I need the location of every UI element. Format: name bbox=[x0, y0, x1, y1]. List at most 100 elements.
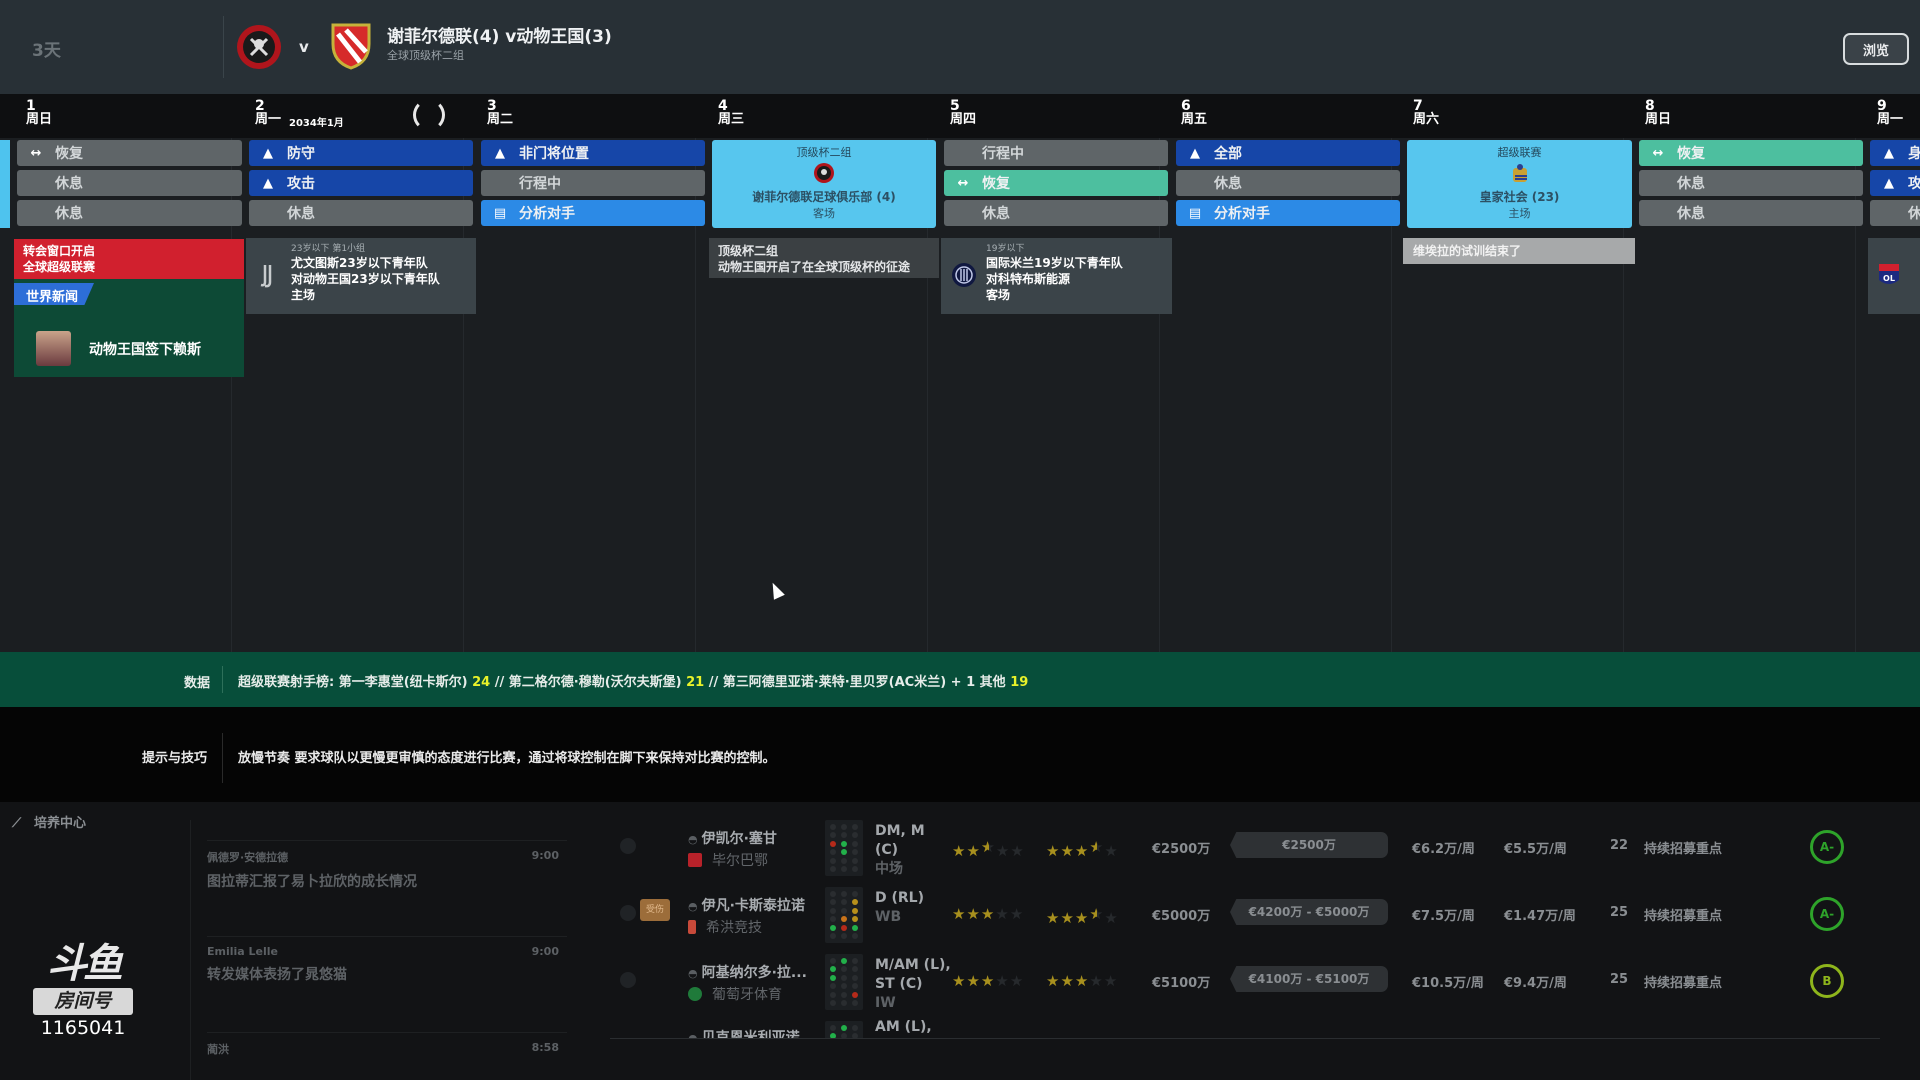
development-centre-header[interactable]: ⟋ 培养中心 bbox=[12, 812, 86, 831]
star-half-icon: ★ bbox=[1089, 838, 1098, 856]
world-news-event[interactable]: 世界新闻 动物王国签下赖斯 bbox=[14, 279, 244, 377]
player-row[interactable]: ◓ 阿基纳尔多·拉... 葡萄牙体育 M/AM (L), ST (C) IW ★★★★… bbox=[610, 948, 1880, 1014]
training-slot[interactable]: ↔ 恢复 bbox=[944, 170, 1168, 196]
training-slot[interactable]: ▤ 分析对手 bbox=[1176, 200, 1400, 226]
asking-price-tag: €4200万 - €5000万 bbox=[1230, 899, 1388, 925]
star-full-icon: ★ bbox=[966, 905, 981, 923]
energie-cottbus-crest-icon bbox=[331, 23, 371, 70]
room-label: 房间号 bbox=[33, 988, 133, 1015]
training-slot[interactable]: 行程中 bbox=[481, 170, 705, 196]
real-sociedad-crest-icon bbox=[1512, 164, 1527, 182]
day-header-9[interactable]: 9 周一 bbox=[1877, 99, 1903, 126]
star-empty-icon: ★ bbox=[995, 972, 1010, 990]
star-full-icon: ★ bbox=[952, 972, 967, 990]
current-ability-stars: ★★★★★ bbox=[952, 972, 1024, 990]
inbox-message[interactable]: 佩德罗·安德拉德 9:00 图拉蒂汇报了易卜拉欣的成长情况 bbox=[207, 840, 567, 930]
cup-start-event[interactable]: 顶级杯二组 动物王国开启了在全球顶级杯的征途 bbox=[709, 238, 939, 278]
athletic-bilbao-crest-icon bbox=[688, 853, 702, 867]
training-slot[interactable]: 行程中 bbox=[944, 140, 1168, 166]
star-empty-icon: ★ bbox=[1010, 842, 1025, 860]
star-full-icon: ★ bbox=[1060, 909, 1075, 927]
person-icon: ◓ bbox=[688, 967, 698, 980]
training-slot[interactable]: 休息 bbox=[944, 200, 1168, 226]
training-slot[interactable]: 休息 bbox=[1176, 170, 1400, 196]
training-slot[interactable]: ▲ 全部 bbox=[1176, 140, 1400, 166]
training-slot[interactable]: 休息 bbox=[17, 200, 242, 226]
day-header-1[interactable]: 1 周日 bbox=[26, 99, 52, 126]
match-card[interactable]: 超级联赛 皇家社会 (23) 主场 bbox=[1407, 140, 1632, 228]
inter-milan-logo-icon bbox=[952, 263, 976, 287]
recovery-icon: ↔ bbox=[1652, 145, 1664, 161]
match-header-bar: 3天 v 谢菲尔德联(4) v动物王国(3) 全球顶级杯二组 浏览 bbox=[0, 0, 1920, 94]
u23-fixture-event[interactable]: 23岁以下 第1小组 尤文图斯23岁以下青年队 对动物王国23岁以下青年队 主场 bbox=[246, 238, 476, 314]
day-header-5[interactable]: 5 周四 bbox=[950, 99, 976, 126]
inbox-message[interactable]: 蔺洪 8:58 bbox=[207, 1032, 567, 1080]
calendar-header: 1 周日 2 周一 2034年1月 3 周二 4 周三 5 周四 6 周五 7 周六 8 周日 … bbox=[0, 94, 1920, 138]
star-full-icon: ★ bbox=[1046, 842, 1061, 860]
training-cone-icon: ▲ bbox=[495, 145, 505, 161]
training-slot[interactable]: ▤ 分析对手 bbox=[481, 200, 705, 226]
star-full-icon: ★ bbox=[1074, 842, 1090, 860]
training-cone-icon: ▲ bbox=[1190, 145, 1200, 161]
training-cone-icon: ▲ bbox=[263, 145, 273, 161]
training-slot[interactable]: ▲ 非门将位置 bbox=[481, 140, 705, 166]
star-full-icon: ★ bbox=[1060, 972, 1075, 990]
day-header-4[interactable]: 4 周三 bbox=[718, 99, 744, 126]
position-pitch-icon bbox=[825, 820, 863, 876]
tips-text: 放慢节奏 要求球队以更慢更审慎的态度进行比赛，通过将球控制在脚下来保持对比赛的控… bbox=[238, 751, 776, 766]
browse-button[interactable]: 浏览 bbox=[1843, 33, 1909, 65]
match-competition: 全球顶级杯二组 bbox=[387, 49, 464, 62]
ticker-text[interactable]: 超级联赛射手榜: 第一李惠堂(纽卡斯尔) 24 // 第二格尔德·穆勒(沃尔夫斯… bbox=[238, 671, 1028, 690]
match-card[interactable]: 顶级杯二组 谢菲尔德联足球俱乐部 (4) 客场 bbox=[712, 140, 936, 228]
training-slot[interactable]: ▲ 攻 bbox=[1870, 170, 1920, 196]
day-header-7[interactable]: 7 周六 bbox=[1413, 99, 1439, 126]
training-slot[interactable]: ▲ 身 bbox=[1870, 140, 1920, 166]
current-ability-stars: ★★★★★★ bbox=[952, 838, 1025, 860]
day-header-3[interactable]: 3 周二 bbox=[487, 99, 513, 126]
player-avatar bbox=[36, 331, 71, 366]
star-full-icon: ★ bbox=[980, 905, 996, 923]
star-full-icon: ★ bbox=[1060, 842, 1075, 860]
juventus-logo-icon bbox=[260, 265, 272, 288]
row-checkbox[interactable] bbox=[620, 838, 636, 854]
training-slot[interactable]: 休息 bbox=[249, 200, 473, 226]
loading-spinner-icon bbox=[413, 99, 445, 131]
recovery-icon: ↔ bbox=[957, 175, 969, 191]
position-pitch-icon bbox=[825, 954, 863, 1010]
day-header-8[interactable]: 8 周日 bbox=[1645, 99, 1671, 126]
player-row[interactable]: 受伤 ◓伊凡·卡斯泰拉诺 希洪竞技 D (RL)WB ★★★★★ ★★★★★★ … bbox=[610, 881, 1880, 947]
transfer-window-event[interactable]: 转会窗口开启 全球超级联赛 bbox=[14, 239, 244, 279]
day-header-6[interactable]: 6 周五 bbox=[1181, 99, 1207, 126]
player-row[interactable]: ◓伊凯尔·塞甘 毕尔巴鄂 DM, M(C)中场 ★★★★★★ ★★★★★★ €2… bbox=[610, 814, 1880, 880]
divider bbox=[223, 16, 224, 78]
row-checkbox[interactable] bbox=[620, 905, 636, 921]
stream-watermark: 斗鱼 房间号 1165041 bbox=[28, 942, 138, 1039]
month-label: 2034年1月 bbox=[289, 118, 344, 129]
fixture-event-clipped[interactable]: OL bbox=[1868, 238, 1920, 314]
current-ability-stars: ★★★★★ bbox=[952, 905, 1024, 923]
star-half-icon: ★ bbox=[980, 838, 989, 856]
room-number: 1165041 bbox=[40, 1017, 126, 1039]
training-slot[interactable]: 休 bbox=[1870, 200, 1920, 226]
player-row[interactable]: ◓贝克恩米利亚诺 AM (L), bbox=[610, 1015, 1880, 1038]
inbox-message[interactable]: Emilia Lelle 9:00 转发媒体表扬了晁悠猫 bbox=[207, 936, 567, 1026]
training-slot[interactable]: 休息 bbox=[1639, 170, 1863, 196]
training-slot[interactable]: ▲ 防守 bbox=[249, 140, 473, 166]
position-pitch-icon bbox=[825, 887, 863, 943]
star-full-icon: ★ bbox=[1074, 972, 1090, 990]
training-slot[interactable]: ↔ 恢复 bbox=[17, 140, 242, 166]
row-checkbox[interactable] bbox=[620, 972, 636, 988]
versus-label: v bbox=[299, 38, 309, 56]
match-title[interactable]: 谢菲尔德联(4) v动物王国(3) bbox=[387, 22, 612, 47]
u19-fixture-event[interactable]: 19岁以下 国际米兰19岁以下青年队 对科特布斯能源 客场 bbox=[941, 238, 1172, 314]
trial-ended-event[interactable]: 维埃拉的试训结束了 bbox=[1403, 238, 1635, 264]
star-full-icon: ★ bbox=[952, 842, 967, 860]
training-slot[interactable]: ↔ 恢复 bbox=[1639, 140, 1863, 166]
training-slot[interactable]: 休息 bbox=[17, 170, 242, 196]
day-header-2[interactable]: 2 周一 bbox=[255, 99, 281, 126]
recovery-icon: ↔ bbox=[30, 145, 42, 161]
training-slot[interactable]: 休息 bbox=[1639, 200, 1863, 226]
potential-ability-stars: ★★★★★★ bbox=[1046, 838, 1119, 860]
training-cone-icon: ▲ bbox=[263, 175, 273, 191]
training-slot[interactable]: ▲ 攻击 bbox=[249, 170, 473, 196]
